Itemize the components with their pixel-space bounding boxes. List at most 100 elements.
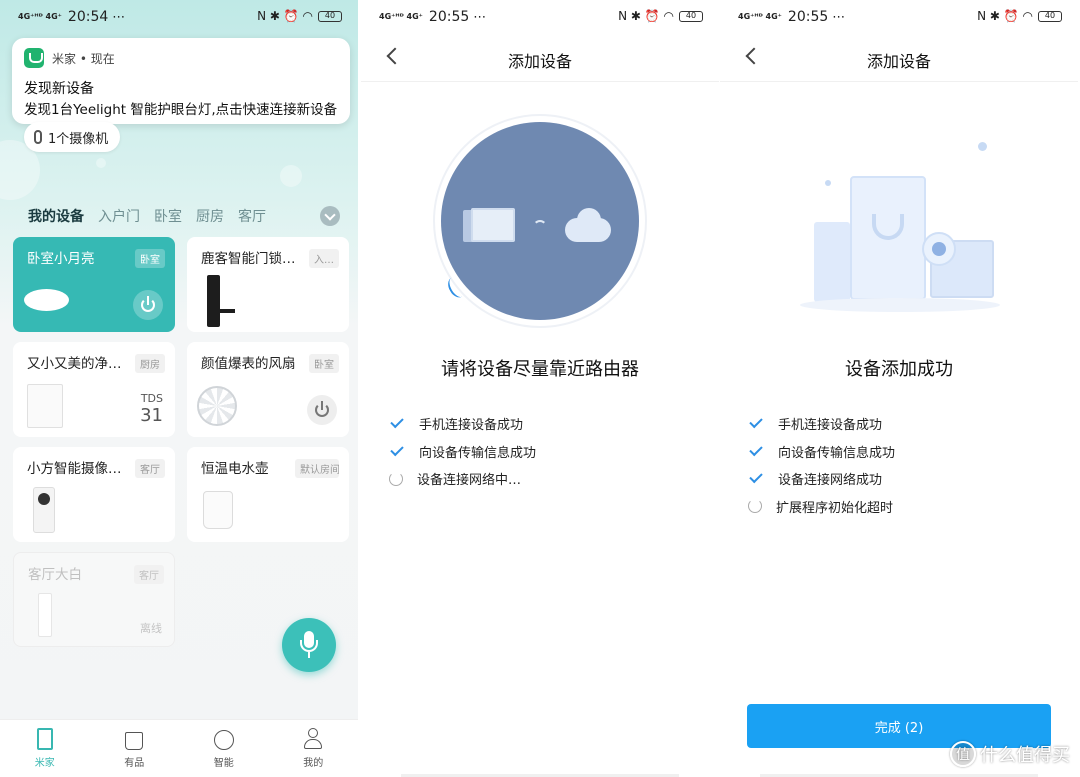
header: 添加设备	[720, 34, 1078, 82]
tds-value: 31	[140, 405, 163, 426]
nav-smart[interactable]: 智能	[179, 720, 269, 777]
bottom-nav: 米家 有品 智能 我的	[0, 719, 358, 777]
device-name: 卧室小月亮	[27, 251, 95, 267]
step-item: 设备连接网络中…	[389, 465, 536, 493]
device-name: 客厅大白	[28, 567, 82, 583]
camera-count-label: 1个摄像机	[48, 131, 109, 147]
device-card[interactable]: 又小又美的净… 厨房 TDS 31	[13, 342, 175, 437]
step-label: 手机连接设备成功	[778, 418, 883, 434]
status-bar: 4G⁺ᴴᴰ 4G⁺ 20:54 ⋯ N ✱ ⏰ ◠ 40	[0, 0, 358, 34]
power-button[interactable]	[133, 290, 163, 320]
tab-living-room[interactable]: 客厅	[238, 206, 266, 226]
camera-icon	[34, 130, 42, 144]
device-name: 颜值爆表的风扇	[201, 356, 296, 372]
door-icon	[36, 728, 53, 750]
step-label: 向设备传输信息成功	[419, 445, 537, 461]
step-item: 手机连接设备成功	[748, 410, 895, 438]
page-title: 添加设备	[507, 52, 572, 71]
nav-label: 我的	[303, 758, 324, 769]
battery-icon: 40	[1038, 10, 1062, 22]
step-item: 向设备传输信息成功	[748, 438, 895, 466]
clock: 20:55	[787, 9, 829, 25]
header: 添加设备	[361, 34, 719, 82]
device-card[interactable]: 小方智能摄像… 客厅	[13, 447, 175, 542]
device-card[interactable]: 恒温电水壶 默认房间	[187, 447, 349, 542]
notification-body: 发现1台Yeelight 智能护眼台灯,点击快速连接新设备	[24, 102, 338, 118]
watermark-logo-icon: 值	[950, 741, 976, 767]
status-icons: N ✱ ⏰ ◠	[618, 9, 674, 23]
decor-bubble	[280, 165, 302, 187]
camera-lens	[932, 242, 946, 256]
spinner-icon	[389, 471, 403, 486]
offline-label: 离线	[140, 622, 162, 635]
step-list: 手机连接设备成功 向设备传输信息成功 设备连接网络中…	[389, 410, 536, 493]
step-item: 向设备传输信息成功	[389, 438, 536, 466]
door-handle	[217, 309, 235, 313]
check-icon	[749, 442, 763, 456]
fan-icon	[197, 386, 237, 426]
check-icon	[390, 442, 404, 456]
room-badge: 卧室	[135, 249, 165, 268]
nav-profile[interactable]: 我的	[269, 720, 359, 777]
device-name: 鹿客智能门锁…	[201, 251, 296, 267]
check-icon	[749, 470, 763, 484]
camera-count-pill[interactable]: 1个摄像机	[24, 122, 121, 152]
device-card[interactable]: 鹿客智能门锁… 入…	[187, 237, 349, 332]
room-tabs: 我的设备 入户门 卧室 厨房 客厅	[28, 206, 266, 226]
device-card[interactable]: 卧室小月亮 卧室	[13, 237, 175, 332]
step-item: 设备连接网络成功	[748, 465, 895, 493]
check-icon	[749, 415, 763, 429]
more-icon: ⋯	[112, 9, 126, 25]
speaker-device	[814, 222, 850, 302]
device-card[interactable]: 颜值爆表的风扇 卧室	[187, 342, 349, 437]
room-badge: 默认房间	[295, 459, 339, 478]
signal-icon: 4G⁺ᴴᴰ 4G⁺	[379, 12, 423, 21]
new-device-notification[interactable]: 米家 • 现在 发现新设备 发现1台Yeelight 智能护眼台灯,点击快速连接…	[12, 38, 350, 124]
camera-lens	[38, 493, 50, 505]
battery-icon: 40	[679, 10, 703, 22]
success-illustration	[790, 140, 1010, 320]
tab-bedroom[interactable]: 卧室	[154, 206, 182, 226]
status-bar: 4G⁺ᴴᴰ 4G⁺ 20:55 ⋯ N ✱ ⏰ ◠ 40	[361, 0, 719, 34]
nav-label: 米家	[34, 758, 55, 769]
step-list: 手机连接设备成功 向设备传输信息成功 设备连接网络成功 扩展程序初始化超时	[748, 410, 895, 520]
device-screen	[471, 208, 515, 242]
device-card-offline[interactable]: 客厅大白 客厅 离线	[13, 552, 175, 647]
tab-entrance[interactable]: 入户门	[98, 206, 140, 226]
decor-bubble	[96, 158, 106, 168]
more-icon: ⋯	[832, 9, 846, 25]
tab-my-devices[interactable]: 我的设备	[28, 206, 84, 226]
tds-label: TDS	[140, 392, 163, 405]
device-name: 小方智能摄像…	[27, 461, 122, 477]
tab-kitchen[interactable]: 厨房	[196, 206, 224, 226]
step-label: 手机连接设备成功	[419, 418, 524, 434]
step-label: 扩展程序初始化超时	[776, 500, 894, 516]
clock: 20:55	[428, 9, 470, 25]
add-device-connecting-screen: 4G⁺ᴴᴰ 4G⁺ 20:55 ⋯ N ✱ ⏰ ◠ 40 添加设备 请将设备尽量…	[361, 0, 719, 777]
door-lock-icon	[207, 275, 220, 327]
status-icons: N ✱ ⏰ ◠	[977, 9, 1033, 23]
step-label: 向设备传输信息成功	[778, 445, 896, 461]
device-name: 又小又美的净…	[27, 356, 122, 372]
room-badge: 客厅	[135, 459, 165, 478]
nav-mijia[interactable]: 米家	[0, 720, 90, 777]
step-label: 设备连接网络成功	[778, 473, 883, 489]
chevron-down-icon[interactable]	[320, 206, 340, 226]
voice-button[interactable]	[282, 618, 336, 672]
user-icon	[303, 728, 323, 750]
smart-icon	[213, 730, 234, 750]
kettle-icon	[203, 491, 233, 529]
signal-icon: 4G⁺ᴴᴰ 4G⁺	[738, 12, 782, 21]
device-name: 恒温电水壶	[201, 461, 269, 477]
instruction-headline: 请将设备尽量靠近路由器	[441, 359, 639, 380]
shopping-bag-icon	[125, 732, 144, 750]
add-device-success-screen: 4G⁺ᴴᴰ 4G⁺ 20:55 ⋯ N ✱ ⏰ ◠ 40 添加设备 设备添加成功…	[720, 0, 1078, 777]
power-button[interactable]	[307, 395, 337, 425]
nav-youpin[interactable]: 有品	[90, 720, 180, 777]
step-item: 扩展程序初始化超时	[748, 493, 895, 521]
clock: 20:54	[67, 9, 109, 25]
decor-dot	[825, 180, 831, 186]
wifi-icon	[533, 220, 547, 234]
success-headline: 设备添加成功	[845, 359, 953, 380]
connection-illustration	[441, 122, 639, 320]
